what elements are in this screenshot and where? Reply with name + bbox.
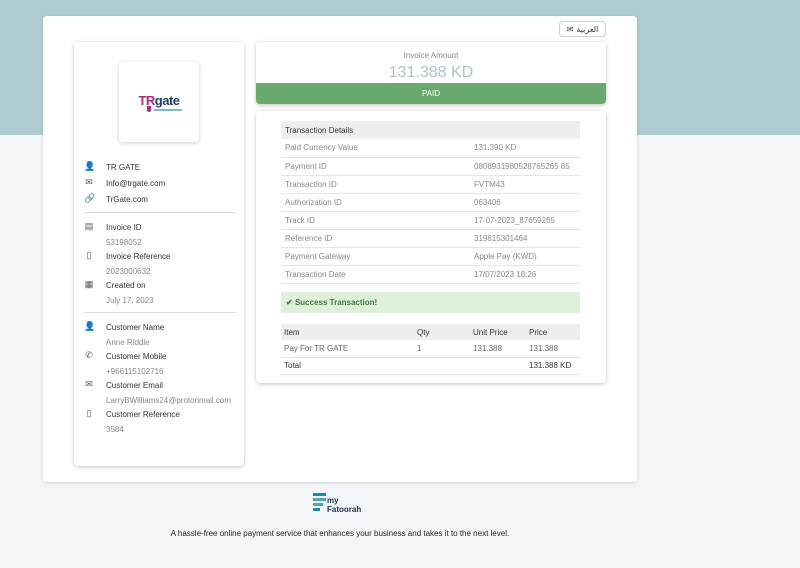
invoice-amount-label: Invoice Amount <box>403 51 459 60</box>
merchant-email[interactable]: Info@trgate.com <box>106 178 165 189</box>
invoice-id-value: 53198052 <box>106 238 142 247</box>
transaction-row: Authorization ID 063406 <box>281 193 580 212</box>
merchant-logo: TRgate <box>119 62 199 142</box>
customer-mobile-row: ✆ Customer Mobile +966115102716 <box>85 350 167 377</box>
created-on-row: ▦ Created on July 17, 2023 <box>84 279 154 306</box>
items-column-header: Price <box>526 324 580 340</box>
invoice-amount-card: Invoice Amount 131.388 KD PAID <box>256 42 606 104</box>
item-cell: 131.388 <box>470 340 526 358</box>
invoice-id-row: ▤ Invoice ID 53198052 <box>84 221 142 248</box>
items-table: Item Qty Unit Price Price Pay For TR GATE 1 1… <box>281 324 580 375</box>
invoice-reference-value: 2023000632 <box>106 267 151 276</box>
footer-tagline: A hassle-free online payment service tha… <box>170 529 510 538</box>
transaction-row-label: Authorization ID <box>281 193 470 212</box>
merchant-website[interactable]: TrGate.com <box>106 194 148 205</box>
customer-email-row: ✉ Customer Email LarryBWilliams24@protonm… <box>85 379 232 406</box>
merchant-name-row: 👤 TR GATE <box>84 162 140 173</box>
customer-email-value: LarryBWilliams24@protonmail.com <box>106 396 232 405</box>
item-cell: Pay For TR GATE <box>281 340 414 358</box>
total-row: Total 131.388 KD <box>281 357 580 375</box>
invoice-amount-value: 131.388 KD <box>388 64 474 81</box>
transaction-details-header: Transaction Details <box>281 121 580 139</box>
item-row: Pay For TR GATE 1 131.388 131.388 <box>281 340 580 358</box>
transaction-row-value: 17-07-2023_87659265 <box>470 211 580 230</box>
envelope-icon: ✉ <box>85 177 93 187</box>
document-icon: ▯ <box>86 250 92 260</box>
transaction-row-value: 17/07/2023 18:26 <box>470 265 580 284</box>
items-column-header: Item <box>281 324 414 340</box>
divider <box>84 212 236 213</box>
divider <box>84 312 236 313</box>
item-cell: 1 <box>414 340 470 358</box>
transaction-row: Transaction ID FVTM43 <box>281 175 580 194</box>
transaction-details-table: Transaction Details Paid Currency Value 1… <box>281 121 580 284</box>
transaction-row: Track ID 17-07-2023_87659265 <box>281 211 580 230</box>
link-icon: 🔗 <box>84 193 96 203</box>
transaction-row-value: 0808931980528765265 85 <box>470 157 580 176</box>
id-card-icon: ▤ <box>84 221 94 231</box>
transaction-row-label: Payment ID <box>281 157 470 176</box>
document-icon: ▯ <box>86 408 92 418</box>
merchant-panel: TRgate 👤 TR GATE ✉ Info@trgate.com 🔗 TrG… <box>74 42 244 466</box>
merchant-website-row: 🔗 TrGate.com <box>84 194 148 205</box>
transaction-row: Payment ID 0808931980528765265 85 <box>281 157 580 176</box>
transaction-row: Payment Gateway Apple Pay (KWD) <box>281 247 580 266</box>
created-on-value: July 17, 2023 <box>106 296 154 305</box>
transaction-details-card: Transaction Details Paid Currency Value 1… <box>256 111 606 383</box>
language-toggle-button[interactable]: ✉ العربية <box>559 21 606 37</box>
transaction-row-label: Payment Gateway <box>281 247 470 266</box>
chat-bubble-icon: ✉ <box>566 24 574 34</box>
items-column-header: Unit Price <box>470 324 526 340</box>
customer-name-row: 👤 Customer Name Anne Riddle <box>84 321 165 348</box>
envelope-icon: ✉ <box>85 379 93 389</box>
myfatoorah-logo[interactable]: my Fatoorah <box>313 493 373 515</box>
phone-icon: ✆ <box>85 350 93 360</box>
transaction-row: Paid Currency Value 131.390 KD <box>281 139 580 158</box>
transaction-row: Reference ID 319815301464 <box>281 229 580 248</box>
success-message: Success Transaction! <box>294 298 378 307</box>
status-badge: PAID <box>256 83 606 104</box>
success-alert: ✔ Success Transaction! <box>281 292 580 313</box>
item-cell: 131.388 <box>526 340 580 358</box>
transaction-row-label: Track ID <box>281 211 470 230</box>
customer-reference-value: 3584 <box>106 425 124 434</box>
language-label: العربية <box>576 24 599 34</box>
transaction-row: Transaction Date 17/07/2023 18:26 <box>281 265 580 284</box>
transaction-row-label: Transaction Date <box>281 265 470 284</box>
customer-mobile-value: +966115102716 <box>106 367 164 376</box>
user-icon: 👤 <box>84 161 96 171</box>
transaction-row-value: Apple Pay (KWD) <box>470 247 580 266</box>
calendar-icon: ▦ <box>84 279 94 289</box>
merchant-name: TR GATE <box>106 163 141 172</box>
transaction-row-label: Reference ID <box>281 229 470 248</box>
myfatoorah-logo-icon <box>313 493 326 512</box>
transaction-row-label: Paid Currency Value <box>281 139 470 158</box>
transaction-row-value: 319815301464 <box>470 229 580 248</box>
items-column-header: Qty <box>414 324 470 340</box>
merchant-email-row: ✉ Info@trgate.com <box>84 178 165 189</box>
transaction-row-value: 063406 <box>470 193 580 212</box>
transaction-row-value: FVTM43 <box>470 175 580 194</box>
customer-name-value: Anne Riddle <box>106 338 150 347</box>
transaction-row-value: 131.390 KD <box>470 139 580 158</box>
customer-reference-row: ▯ Customer Reference 3584 <box>84 409 180 435</box>
invoice-reference-row: ▯ Invoice Reference 2023000632 <box>84 250 171 277</box>
check-circle-icon: ✔ <box>286 298 293 307</box>
total-label: Total <box>281 357 414 375</box>
transaction-row-label: Transaction ID <box>281 175 470 194</box>
total-value: 131.388 KD <box>526 357 580 375</box>
user-icon: 👤 <box>84 321 96 331</box>
